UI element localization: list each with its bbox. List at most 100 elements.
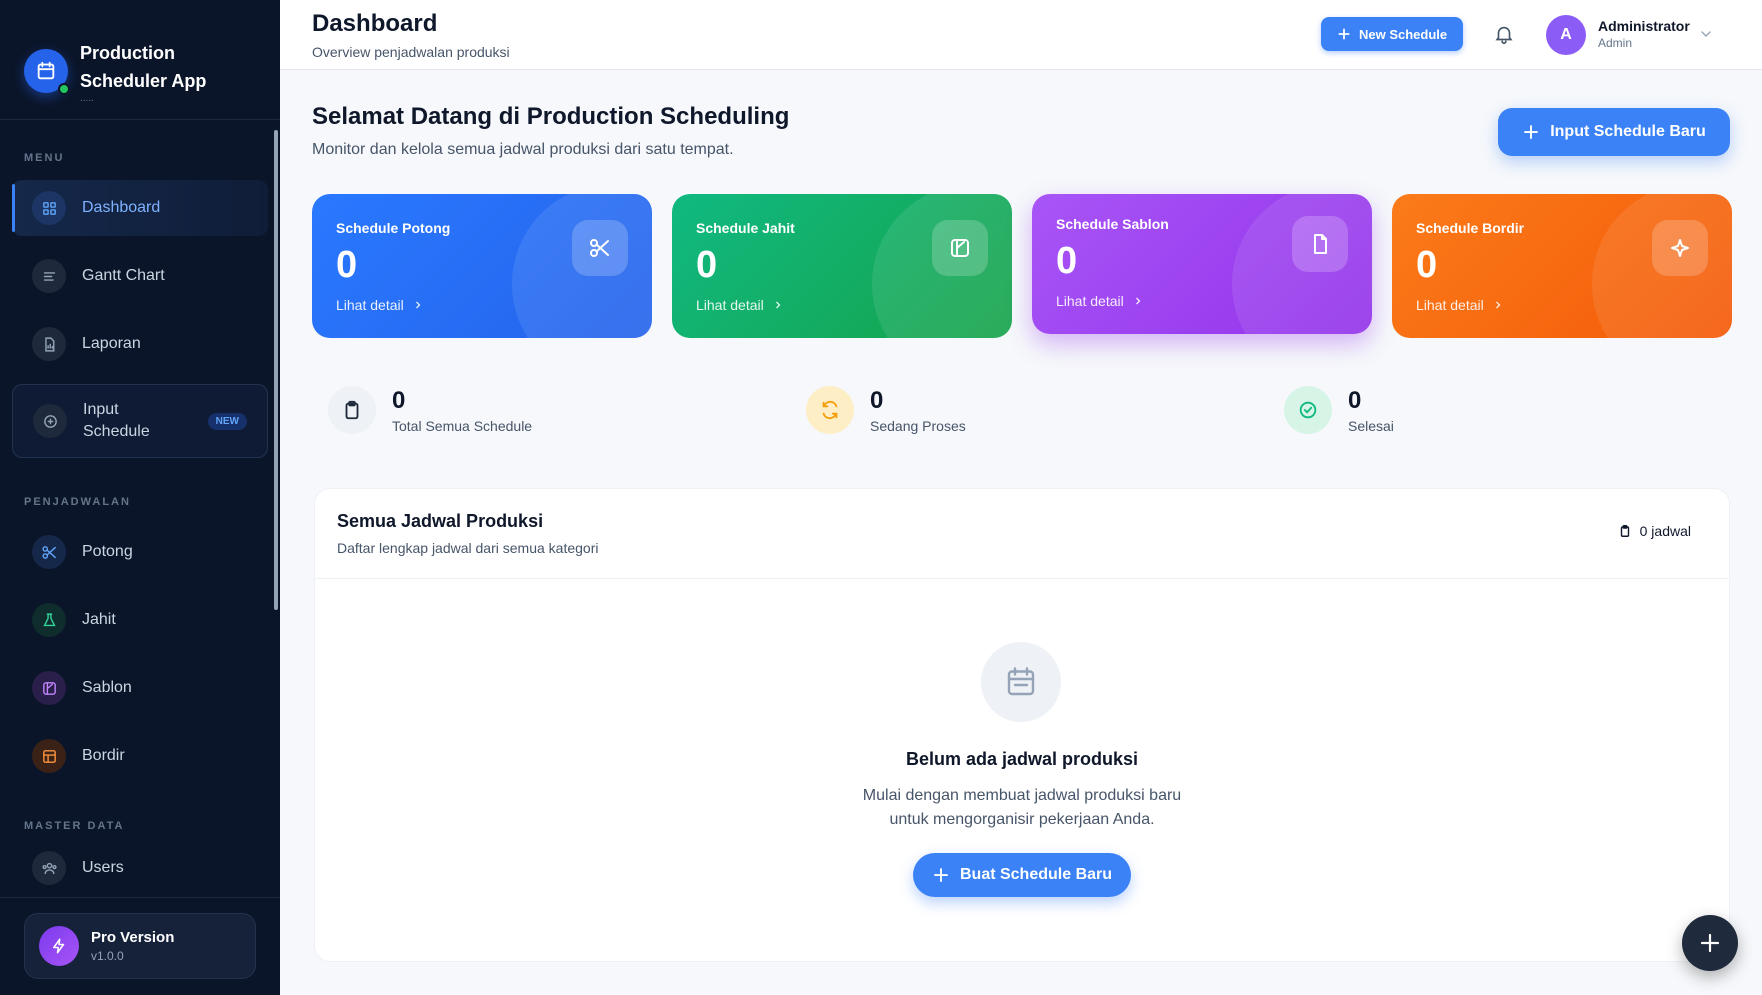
lightning-icon xyxy=(39,926,79,966)
stat-in-progress: 0 Sedang Proses xyxy=(806,386,966,434)
sidebar-item-dashboard[interactable]: Dashboard xyxy=(12,180,268,236)
sidebar-item-label-line2: Schedule xyxy=(83,423,150,440)
chevron-right-icon xyxy=(775,301,781,309)
sidebar-item-gantt-chart[interactable]: Gantt Chart xyxy=(12,248,268,304)
brand[interactable]: Production Scheduler App ..... xyxy=(0,0,280,120)
user-name[interactable]: Administrator xyxy=(1598,18,1690,34)
chevron-right-icon xyxy=(415,301,421,309)
pro-version-card[interactable]: Pro Version v1.0.0 xyxy=(24,913,256,979)
schedule-count-label: 0 jadwal xyxy=(1639,523,1691,539)
sparkle-icon xyxy=(1652,220,1708,276)
check-circle-icon xyxy=(1284,386,1332,434)
clipboard-icon xyxy=(1620,525,1629,537)
sidebar-item-bordir[interactable]: Bordir xyxy=(12,728,268,784)
sidebar-item-input-schedule[interactable]: Input Schedule NEW xyxy=(12,384,268,458)
sidebar-item-label-line1: Input xyxy=(83,401,119,418)
bars-icon xyxy=(32,259,66,293)
sidebar-item-label: Input Schedule xyxy=(83,399,150,443)
plus-icon xyxy=(1700,933,1720,953)
empty-state-text: Mulai dengan membuat jadwal produksi bar… xyxy=(315,784,1729,832)
card-detail-link[interactable]: Lihat detail xyxy=(696,297,784,313)
welcome-subtitle: Monitor dan kelola semua jadwal produksi… xyxy=(312,141,734,158)
palette-icon xyxy=(32,671,66,705)
card-detail-link[interactable]: Lihat detail xyxy=(1056,293,1144,309)
grid-icon xyxy=(32,191,66,225)
scissors-icon xyxy=(32,535,66,569)
user-role: Admin xyxy=(1598,36,1633,50)
panel-header: Semua Jadwal Produksi Daftar lengkap jad… xyxy=(315,489,1729,579)
create-schedule-label: Buat Schedule Baru xyxy=(959,866,1113,883)
report-icon xyxy=(32,327,66,361)
stat-value: 0 xyxy=(870,387,884,414)
brand-subtitle: ..... xyxy=(80,92,94,104)
card-value: 0 xyxy=(696,244,718,286)
brand-title-line1: Production xyxy=(80,42,175,63)
card-link-label: Lihat detail xyxy=(336,297,404,313)
bell-icon[interactable] xyxy=(1493,23,1515,45)
avatar[interactable]: A xyxy=(1546,15,1586,55)
divider xyxy=(0,897,280,898)
new-badge: NEW xyxy=(207,412,247,430)
card-detail-link[interactable]: Lihat detail xyxy=(1416,297,1504,313)
card-label: Schedule Sablon xyxy=(1056,216,1169,232)
menu-section: MENU Dashboard Gantt Chart Laporan Input… xyxy=(0,152,280,458)
refresh-icon xyxy=(806,386,854,434)
input-schedule-button[interactable]: Input Schedule Baru xyxy=(1498,108,1730,156)
plus-circle-icon xyxy=(33,404,67,438)
schedule-panel: Semua Jadwal Produksi Daftar lengkap jad… xyxy=(314,488,1730,962)
sidebar-item-users[interactable]: Users xyxy=(12,840,268,896)
sidebar-item-label: Bordir xyxy=(82,747,125,764)
card-link-label: Lihat detail xyxy=(1056,293,1124,309)
welcome-title: Selamat Datang di Production Scheduling xyxy=(312,103,790,130)
scissors-icon xyxy=(572,220,628,276)
stat-label: Total Semua Schedule xyxy=(392,418,533,434)
card-value: 0 xyxy=(336,244,358,286)
empty-state-line2: untuk mengorganisir pekerjaan Anda. xyxy=(889,811,1155,828)
clipboard-icon xyxy=(328,386,376,434)
sidebar-item-label: Jahit xyxy=(82,611,116,628)
sidebar-item-label: Laporan xyxy=(82,335,141,352)
stat-label: Selesai xyxy=(1348,418,1394,434)
online-status-dot xyxy=(58,82,70,95)
pro-title: Pro Version xyxy=(91,929,175,946)
sidebar-item-laporan[interactable]: Laporan xyxy=(12,316,268,372)
sidebar-item-label: Sablon xyxy=(82,679,132,696)
card-link-label: Lihat detail xyxy=(1416,297,1484,313)
card-schedule-jahit[interactable]: Schedule Jahit 0 Lihat detail xyxy=(672,194,1012,338)
pro-version: v1.0.0 xyxy=(91,949,124,963)
sidebar-item-potong[interactable]: Potong xyxy=(12,524,268,580)
sidebar-item-label: Potong xyxy=(82,543,133,560)
sidebar-item-sablon[interactable]: Sablon xyxy=(12,660,268,716)
card-value: 0 xyxy=(1416,244,1438,286)
new-schedule-label: New Schedule xyxy=(1359,26,1448,42)
panel-subtitle: Daftar lengkap jadwal dari semua kategor… xyxy=(337,540,599,556)
layout-icon xyxy=(32,739,66,773)
stat-completed: 0 Selesai xyxy=(1284,386,1394,434)
sidebar: Production Scheduler App ..... MENU Dash… xyxy=(0,0,280,995)
new-schedule-button[interactable]: New Schedule xyxy=(1321,17,1464,51)
scheduling-section: PENJADWALAN Potong Jahit Sablon Bordir xyxy=(0,496,280,784)
panel-title: Semua Jadwal Produksi xyxy=(337,511,544,531)
card-schedule-sablon[interactable]: Schedule Sablon 0 Lihat detail xyxy=(1032,194,1372,334)
sidebar-item-label: Dashboard xyxy=(82,199,161,216)
input-schedule-label: Input Schedule Baru xyxy=(1550,123,1706,140)
sidebar-scrollbar[interactable] xyxy=(274,130,278,610)
chevron-down-icon[interactable] xyxy=(1698,26,1714,42)
chevron-right-icon xyxy=(1495,301,1501,309)
floating-add-button[interactable] xyxy=(1682,915,1738,971)
top-header: Dashboard Overview penjadwalan produksi … xyxy=(280,0,1762,70)
card-schedule-potong[interactable]: Schedule Potong 0 Lihat detail xyxy=(312,194,652,338)
card-schedule-bordir[interactable]: Schedule Bordir 0 Lihat detail xyxy=(1392,194,1732,338)
create-schedule-button[interactable]: Buat Schedule Baru xyxy=(913,853,1131,897)
sidebar-item-jahit[interactable]: Jahit xyxy=(12,592,268,648)
page-subtitle: Overview penjadwalan produksi xyxy=(312,44,510,60)
master-data-section-label: MASTER DATA xyxy=(24,820,125,832)
stat-value: 0 xyxy=(392,387,406,414)
menu-section-label: MENU xyxy=(24,152,65,164)
card-detail-link[interactable]: Lihat detail xyxy=(336,297,424,313)
empty-state-line1: Mulai dengan membuat jadwal produksi bar… xyxy=(862,787,1182,804)
calendar-logo-icon xyxy=(24,48,70,95)
flask-icon xyxy=(32,603,66,637)
card-link-label: Lihat detail xyxy=(696,297,764,313)
card-label: Schedule Potong xyxy=(336,220,451,236)
